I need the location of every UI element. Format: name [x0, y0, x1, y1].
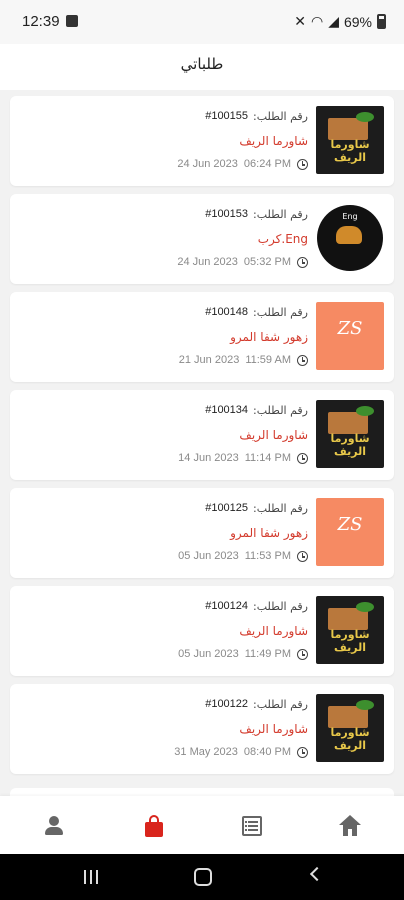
- order-card[interactable]: ZS رقم الطلب: #100125 زهور شفا المرو 05 …: [10, 488, 394, 578]
- restaurant-name: زهور شفا المرو: [230, 330, 308, 344]
- clock-icon: [297, 158, 308, 170]
- order-number-row: رقم الطلب: #100125: [205, 502, 308, 515]
- signal-icon: ◢: [328, 13, 339, 29]
- battery-percent: 69%: [343, 13, 372, 30]
- order-number-label: رقم الطلب:: [253, 404, 308, 417]
- restaurant-name: شاورما الريف: [239, 624, 308, 638]
- order-date: 31 May 2023: [174, 746, 238, 758]
- order-datetime: 31 May 2023 08:40 PM: [174, 746, 308, 758]
- order-number: #100148: [205, 306, 249, 318]
- order-datetime: 05 Jun 2023 11:53 PM: [178, 550, 308, 562]
- battery-icon: [377, 14, 386, 29]
- wifi-icon: ◠: [310, 13, 324, 29]
- shawarma-alreef-logo: شاورما الريف: [316, 694, 384, 762]
- order-number-label: رقم الطلب:: [253, 698, 308, 711]
- order-card[interactable]: شاورما الريف رقم الطلب: #100134 شاورما ا…: [10, 390, 394, 480]
- shawarma-alreef-logo: شاورما الريف: [316, 400, 384, 468]
- restaurant-name: شاورما الريف: [239, 722, 308, 736]
- order-card[interactable]: شاورما الريف رقم الطلب: #100122 شاورما ا…: [10, 684, 394, 774]
- order-time: 11:14 PM: [244, 452, 291, 464]
- order-date: 05 Jun 2023: [178, 550, 239, 562]
- order-number-row: رقم الطلب: #100122: [205, 698, 308, 711]
- status-bar: 12:39 ✕ ◠ ◢ 69%: [0, 0, 404, 44]
- home-button[interactable]: [194, 868, 212, 886]
- order-number-row: رقم الطلب: #100148: [205, 306, 308, 319]
- order-time: 06:24 PM: [243, 158, 291, 170]
- order-number: #100155: [205, 110, 249, 122]
- shopping-bag-icon[interactable]: [142, 814, 166, 838]
- profile-icon[interactable]: [42, 814, 66, 838]
- home-icon[interactable]: [338, 814, 362, 838]
- order-number-label: رقم الطلب:: [253, 110, 308, 123]
- gallery-notification-icon: [66, 15, 78, 27]
- restaurant-name: شاورما الريف: [239, 134, 308, 148]
- restaurant-name: زهور شفا المرو: [230, 526, 308, 540]
- order-datetime: 21 Jun 2023 11:59 AM: [179, 354, 308, 366]
- order-date: 24 Jun 2023: [177, 158, 238, 170]
- order-card[interactable]: Eng رقم الطلب: #100153 Eng.كرب 24 Jun 20…: [10, 194, 394, 284]
- restaurant-name: شاورما الريف: [239, 428, 308, 442]
- order-card[interactable]: ZS رقم الطلب: #100148 زهور شفا المرو 21 …: [10, 292, 394, 382]
- order-number-row: رقم الطلب: #100155: [205, 110, 308, 123]
- order-date: 21 Jun 2023: [178, 354, 240, 366]
- order-number: #100124: [205, 600, 249, 612]
- order-number-label: رقم الطلب:: [253, 306, 308, 319]
- order-number: #100125: [205, 502, 249, 514]
- order-datetime: 14 Jun 2023 11:14 PM: [178, 452, 308, 464]
- order-datetime: 05 Jun 2023 11:49 PM: [178, 648, 308, 660]
- bottom-nav: [0, 796, 404, 854]
- order-number-row: رقم الطلب: #100124: [205, 600, 308, 613]
- order-number-label: رقم الطلب:: [253, 600, 308, 613]
- order-date: 05 Jun 2023: [178, 648, 239, 660]
- order-card[interactable]: شاورما الريف رقم الطلب: #100124 شاورما ا…: [10, 586, 394, 676]
- order-datetime: 24 Jun 2023 05:32 PM: [177, 256, 308, 268]
- shawarma-alreef-logo: شاورما الريف: [316, 596, 384, 664]
- page-title: طلباتي: [180, 55, 224, 73]
- order-time: 11:49 PM: [244, 648, 291, 660]
- order-number: #100122: [205, 698, 249, 710]
- clock-icon: [297, 746, 308, 758]
- order-time: 08:40 PM: [243, 746, 291, 758]
- order-time: 11:59 AM: [245, 354, 291, 366]
- list-icon[interactable]: [240, 814, 264, 838]
- app-header: طلباتي: [0, 44, 404, 90]
- order-number: #100153: [205, 208, 249, 220]
- order-number-label: رقم الطلب:: [253, 502, 308, 515]
- eng-crab-logo: Eng: [316, 204, 384, 272]
- clock-icon: [297, 648, 308, 660]
- restaurant-name: Eng.كرب: [257, 232, 308, 246]
- order-date: 14 Jun 2023: [178, 452, 239, 464]
- order-card[interactable]: شاورما الريف رقم الطلب: #100155 شاورما ا…: [10, 96, 394, 186]
- shawarma-alreef-logo: شاورما الريف: [316, 106, 384, 174]
- clock-icon: [297, 354, 308, 366]
- zohour-shafa-logo: ZS: [316, 302, 384, 370]
- orders-list: شاورما الريف رقم الطلب: #100155 شاورما ا…: [10, 96, 394, 782]
- order-datetime: 24 Jun 2023 06:24 PM: [177, 158, 308, 170]
- recent-apps-button[interactable]: [84, 870, 98, 884]
- order-date: 24 Jun 2023: [177, 256, 238, 268]
- clock-icon: [297, 452, 308, 464]
- zohour-shafa-logo: ZS: [316, 498, 384, 566]
- order-time: 05:32 PM: [243, 256, 291, 268]
- order-number-row: رقم الطلب: #100153: [205, 208, 308, 221]
- back-button[interactable]: [309, 866, 325, 882]
- status-time: 12:39: [22, 13, 60, 30]
- order-number-label: رقم الطلب:: [253, 208, 308, 221]
- mute-icon: ✕: [294, 13, 306, 29]
- order-time: 11:53 PM: [244, 550, 291, 562]
- order-number-row: رقم الطلب: #100134: [205, 404, 308, 417]
- order-number: #100134: [205, 404, 249, 416]
- clock-icon: [297, 256, 308, 268]
- system-nav-bar: [0, 854, 404, 900]
- clock-icon: [297, 550, 308, 562]
- status-icons: ✕ ◠ ◢ 69%: [294, 13, 386, 30]
